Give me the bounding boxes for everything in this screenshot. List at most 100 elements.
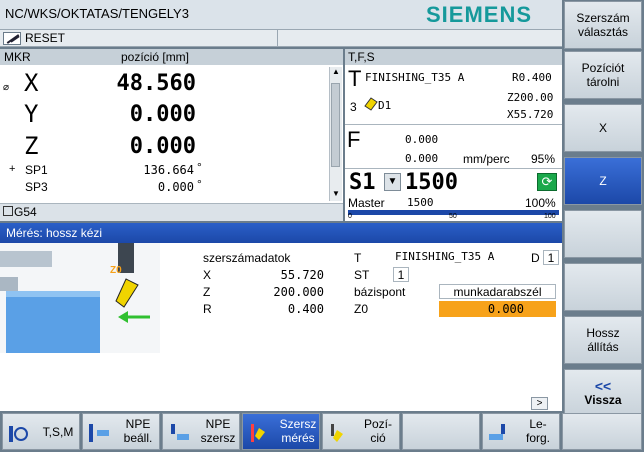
spindle-select-chevron-icon[interactable]: ▼ [384, 173, 401, 191]
feed-override: 95% [531, 152, 556, 166]
tool-number: 3 [350, 100, 357, 114]
tool-d-label: D1 [378, 99, 392, 112]
scroll-down-icon[interactable]: ▼ [332, 189, 340, 198]
scale-100: 100 [544, 213, 556, 220]
vsk-7-line1: Hossz [586, 326, 620, 340]
mkr-label: MKR [4, 50, 31, 64]
axis-y-value: 0.000 [129, 102, 196, 127]
vsk-tool-select[interactable]: Szerszám választás [564, 1, 642, 49]
tooldata-x-label: X [203, 268, 212, 282]
vsk-2-line1: Pozíciót [581, 61, 625, 75]
master-override: 100% [525, 196, 556, 210]
vsk-store-position[interactable]: Pozíciót tárolni [564, 51, 642, 99]
frame-label: G54 [14, 205, 37, 219]
hsk-position[interactable]: Pozí- ció [322, 413, 400, 450]
hsk-npe-setup[interactable]: NPE beáll. [82, 413, 160, 450]
base-point-select[interactable]: munkadarabszél [439, 284, 556, 299]
spindle-section: S1 ▼ 1500 ⟳ Master 1500 100% 0 50 100 [345, 168, 562, 221]
hsk-4-line1: Szersz [279, 417, 317, 431]
hsk-empty-8[interactable] [562, 413, 642, 450]
hsk-4-line2: mérés [281, 431, 315, 445]
tooldata-title: szerszámadatok [203, 251, 291, 265]
vsk-4-line1: Z [599, 174, 607, 188]
tsm-icon [9, 426, 28, 442]
scale-50: 50 [449, 213, 457, 220]
status-bar: RESET [0, 30, 562, 47]
sp1-unit: ° [197, 160, 202, 174]
vsk-7-line2: állítás [587, 340, 619, 354]
tool-d-field[interactable]: 1 [543, 250, 559, 265]
hsk-retract[interactable]: Le- forg. [482, 413, 560, 450]
feed-value-2: 0.000 [405, 152, 439, 165]
sp3-unit: ° [197, 177, 202, 191]
hsk-7-line2: forg. [525, 431, 550, 445]
tool-x-value: X55.720 [507, 108, 554, 121]
npe-setup-icon [89, 424, 109, 442]
measure-title: Mérés: hossz kézi [6, 226, 103, 240]
tool-letter: T [348, 66, 362, 91]
tool-measure-icon [251, 424, 265, 442]
tfs-title: T,F,S [348, 50, 375, 64]
vsk-length-set[interactable]: Hossz állítás [564, 316, 642, 364]
tooldata-r-value: 0.400 [287, 302, 324, 316]
reset-status: RESET [25, 31, 66, 45]
position-scrollbar-thumb[interactable] [331, 83, 340, 167]
base-point-label: bázispont [354, 285, 406, 299]
z0-field-label: Z0 [354, 302, 369, 316]
vsk-2-line2: tárolni [586, 75, 620, 89]
vsk-1-line2: választás [577, 25, 629, 39]
status-divider [277, 30, 278, 47]
npe-tool-icon [171, 424, 189, 440]
tool-t-label: T [354, 251, 362, 265]
vsk-1-line1: Szerszám [576, 11, 630, 25]
spindle-label: S1 [349, 170, 376, 195]
vsk-back[interactable]: << Vissza [564, 369, 642, 417]
axis-x-label: X [24, 69, 39, 97]
axis-z-value: 0.000 [129, 134, 196, 159]
frame-bar: G54 [0, 203, 343, 221]
turning-graphic [0, 243, 160, 353]
tool-name: FINISHING_T35 A [365, 71, 465, 84]
siemens-logo: SIEMENS [426, 2, 533, 27]
tfs-header: T,F,S [345, 49, 562, 65]
axis-y-label: Y [24, 100, 39, 128]
hsk-5-line2: ció [370, 431, 386, 445]
hsk-npe-tool[interactable]: NPE szersz [162, 413, 240, 450]
hsk-7-line1: Le- [529, 417, 547, 431]
vsk-8-line2: Vissza [584, 393, 622, 407]
panel-scroll-right[interactable]: > [531, 397, 548, 410]
tool-radius: R0.400 [512, 71, 552, 84]
scroll-up-icon[interactable]: ▲ [332, 67, 340, 76]
vsk-empty-6[interactable] [564, 263, 642, 311]
st-label: ST [354, 268, 370, 282]
hsk-1-label: T,S,M [42, 425, 74, 439]
tooldata-z-label: Z [203, 285, 211, 299]
feed-value-1: 0.000 [405, 133, 439, 146]
vsk-z[interactable]: Z [564, 157, 642, 205]
hsk-tsm[interactable]: T,S,M [2, 413, 80, 450]
tooldata-r-label: R [203, 302, 212, 316]
sp1-label: SP1 [25, 163, 48, 177]
vsk-empty-5[interactable] [564, 210, 642, 258]
position-panel: MKR pozíció [mm] ⌀ X 48.560 Y 0.000 Z 0.… [0, 49, 343, 221]
hsk-tool-measure[interactable]: Szersz mérés [242, 413, 320, 450]
sp3-value: 0.000 [157, 180, 194, 194]
axis-x-value: 48.560 [116, 71, 196, 96]
z0-input[interactable]: 0.000 [439, 301, 556, 317]
axis-z-label: Z [24, 132, 39, 160]
st-field[interactable]: 1 [393, 267, 409, 282]
hsk-2-line2: beáll. [123, 431, 153, 445]
cutter-insert-icon [364, 97, 378, 111]
frame-icon [3, 206, 13, 216]
measure-panel: Z0 szerszámadatok X 55.720 Z 200.000 R 0… [0, 243, 562, 411]
tool-t-field[interactable]: FINISHING_T35 A [393, 250, 527, 265]
reset-icon [3, 32, 21, 45]
tooldata-z-value: 200.000 [273, 285, 324, 299]
master-label: Master [348, 196, 385, 210]
hsk-empty-6[interactable] [402, 413, 480, 450]
feed-letter: F [347, 127, 361, 152]
z0-marker: Z0 [110, 265, 122, 276]
spindle-rotation-icon: ⟳ [537, 173, 557, 191]
vsk-x[interactable]: X [564, 104, 642, 152]
sp3-label: SP3 [25, 180, 48, 194]
